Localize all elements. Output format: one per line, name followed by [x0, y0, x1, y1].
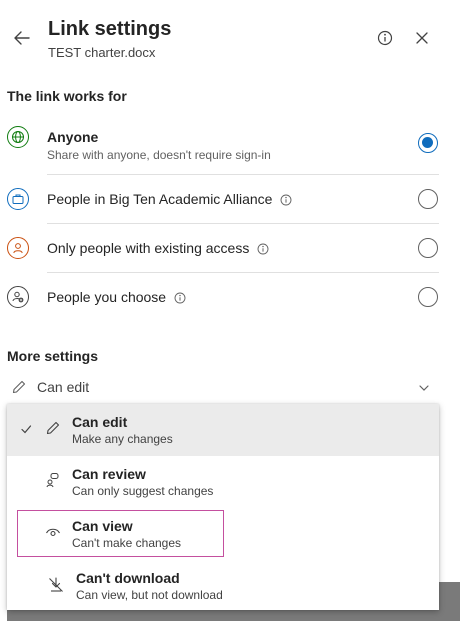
back-button[interactable] [12, 28, 32, 48]
pencil-icon [12, 380, 26, 394]
info-icon [377, 30, 393, 46]
menu-item-can-review[interactable]: Can review Can only suggest changes [7, 456, 439, 508]
chevron-down-icon [419, 385, 429, 391]
link-option-description: Share with anyone, doesn't require sign-… [47, 148, 271, 162]
link-option-organization[interactable]: People in Big Ten Academic Alliance [0, 175, 460, 223]
review-icon [46, 473, 59, 488]
permission-value: Can edit [37, 379, 90, 395]
link-option-label: People you choose [47, 289, 167, 305]
globe-icon [7, 126, 29, 148]
permission-dropdown[interactable]: Can edit [7, 373, 439, 401]
radio-button[interactable] [418, 287, 438, 307]
info-icon[interactable] [257, 243, 269, 255]
link-works-for-heading: The link works for [7, 88, 127, 104]
menu-item-cant-download[interactable]: Can't download Can view, but not downloa… [7, 560, 439, 612]
no-download-icon [49, 577, 63, 592]
dialog-title: Link settings [48, 18, 172, 40]
link-option-anyone[interactable]: Anyone Share with anyone, doesn't requir… [0, 118, 460, 166]
radio-button[interactable] [418, 238, 438, 258]
menu-item-can-edit[interactable]: Can edit Make any changes [7, 404, 439, 456]
link-option-label: Anyone [47, 129, 99, 145]
close-icon [416, 32, 428, 44]
menu-item-label: Can edit [72, 414, 128, 430]
arrow-left-icon [14, 31, 30, 45]
menu-item-description: Can only suggest changes [72, 484, 214, 498]
link-option-label: Only people with existing access [47, 240, 250, 256]
info-button[interactable] [376, 29, 394, 47]
link-option-label: People in Big Ten Academic Alliance [47, 191, 273, 207]
radio-button-selected[interactable] [418, 133, 438, 153]
link-option-specific-people[interactable]: People you choose [0, 273, 460, 321]
info-icon[interactable] [174, 292, 186, 304]
menu-item-description: Make any changes [72, 432, 173, 446]
focus-outline [17, 510, 224, 557]
info-icon[interactable] [280, 194, 292, 206]
pencil-icon [46, 421, 60, 435]
person-icon [7, 237, 29, 259]
close-button[interactable] [414, 30, 430, 46]
permission-menu: Can edit Make any changes Can review Can… [7, 404, 439, 610]
menu-item-label: Can't download [76, 570, 180, 586]
radio-button[interactable] [418, 189, 438, 209]
menu-item-label: Can review [72, 466, 146, 482]
more-settings-heading: More settings [7, 348, 99, 364]
person-add-icon [7, 286, 29, 308]
file-name: TEST charter.docx [48, 45, 156, 60]
checkmark-icon [21, 425, 32, 434]
menu-item-description: Can view, but not download [76, 588, 223, 602]
link-option-existing-access[interactable]: Only people with existing access [0, 224, 460, 272]
briefcase-icon [7, 188, 29, 210]
